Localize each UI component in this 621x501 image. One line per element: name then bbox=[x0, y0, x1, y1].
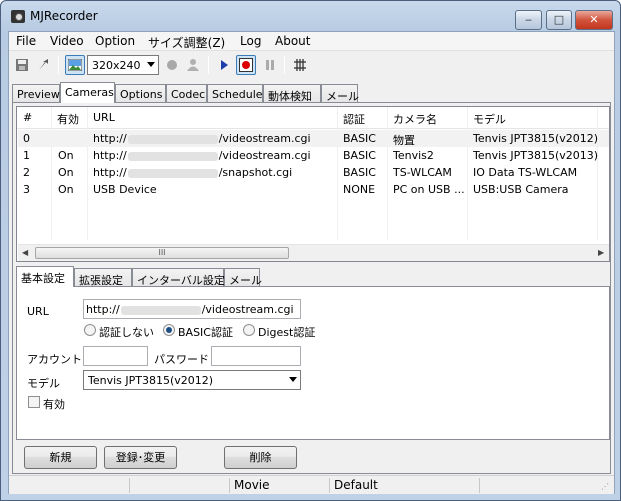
redacted-host bbox=[127, 134, 218, 144]
auth-none-label[interactable]: 認証しない bbox=[99, 324, 154, 340]
basic-settings-panel: URL http:///videostream.cgi 認証しない BASIC認… bbox=[16, 286, 610, 440]
horizontal-scrollbar[interactable]: ◀ III ▶ bbox=[18, 244, 609, 261]
account-label: アカウント bbox=[27, 353, 82, 366]
export-icon[interactable] bbox=[34, 55, 54, 75]
col-num[interactable]: # bbox=[23, 111, 32, 124]
title-bar[interactable]: MJRecorder ‒ □ ✕ bbox=[1, 1, 620, 31]
pause-icon[interactable] bbox=[260, 55, 280, 75]
col-model[interactable]: モデル bbox=[473, 111, 506, 127]
tab-basic[interactable]: 基本設定 bbox=[16, 266, 74, 287]
minimize-button[interactable]: ‒ bbox=[515, 10, 542, 30]
url-label: URL bbox=[27, 305, 49, 318]
toolbar: 320x240 bbox=[9, 52, 614, 80]
cameras-panel: # 有効 URL 認証 カメラ名 モデル 0 http:///videostre… bbox=[12, 102, 611, 474]
auth-basic-radio[interactable] bbox=[163, 324, 175, 336]
settings-tabs: 基本設定 拡張設定 インターバル設定 メール bbox=[13, 266, 612, 287]
scroll-thumb[interactable]: III bbox=[35, 247, 289, 259]
tab-codec[interactable]: Codec bbox=[166, 84, 207, 103]
tab-preview[interactable]: Preview bbox=[12, 84, 60, 103]
window-title: MJRecorder bbox=[30, 9, 98, 23]
menu-size[interactable]: サイズ調整(Z) bbox=[148, 34, 225, 51]
col-auth[interactable]: 認証 bbox=[343, 111, 365, 127]
tab-motion[interactable]: 動体検知 bbox=[263, 84, 321, 103]
model-select[interactable]: Tenvis JPT3815(v2012) bbox=[83, 370, 301, 390]
status-seg-1 bbox=[129, 478, 229, 493]
enabled-label[interactable]: 有効 bbox=[43, 396, 65, 412]
menu-bar: File Video Option サイズ調整(Z) Log About bbox=[9, 32, 614, 51]
status-movie: Movie bbox=[229, 478, 329, 493]
col-name[interactable]: カメラ名 bbox=[393, 111, 437, 127]
main-tabs: Preview Cameras Options Codec Schedule 動… bbox=[9, 82, 614, 103]
tab-options[interactable]: Options bbox=[115, 84, 166, 103]
redacted-host bbox=[127, 151, 218, 161]
auth-none-radio[interactable] bbox=[84, 324, 96, 336]
password-field[interactable] bbox=[211, 346, 301, 366]
status-seg-4 bbox=[479, 478, 599, 493]
col-url[interactable]: URL bbox=[93, 111, 115, 124]
redacted-host bbox=[120, 305, 201, 315]
status-default: Default bbox=[329, 478, 479, 493]
scroll-left-icon[interactable]: ◀ bbox=[22, 248, 28, 257]
record-dot-icon[interactable] bbox=[162, 55, 182, 75]
table-row[interactable]: 1 On http:///videostream.cgi BASIC Tenvi… bbox=[18, 147, 609, 164]
resize-grip-icon[interactable]: ⋰ bbox=[601, 482, 609, 491]
scroll-right-icon[interactable]: ▶ bbox=[598, 248, 604, 257]
table-row[interactable]: 3 On USB Device NONE PC on USB ... USB:U… bbox=[18, 181, 609, 198]
maximize-button[interactable]: □ bbox=[546, 10, 572, 30]
menu-option[interactable]: Option bbox=[95, 34, 135, 48]
tab-interval[interactable]: インターバル設定 bbox=[132, 268, 225, 287]
new-button[interactable]: 新規 bbox=[24, 446, 97, 469]
tab-advanced[interactable]: 拡張設定 bbox=[74, 268, 132, 287]
camera-icon bbox=[11, 10, 25, 23]
save-icon[interactable] bbox=[12, 55, 32, 75]
menu-video[interactable]: Video bbox=[50, 34, 84, 48]
grid-icon[interactable] bbox=[290, 55, 310, 75]
auth-basic-label[interactable]: BASIC認証 bbox=[178, 324, 233, 340]
app-window: MJRecorder ‒ □ ✕ File Video Option サイズ調整… bbox=[0, 0, 621, 501]
size-select[interactable]: 320x240 bbox=[87, 55, 159, 75]
url-field[interactable]: http:///videostream.cgi bbox=[83, 299, 301, 319]
auth-digest-radio[interactable] bbox=[243, 324, 255, 336]
auth-digest-label[interactable]: Digest認証 bbox=[258, 324, 315, 340]
tab-mail[interactable]: メール bbox=[321, 84, 359, 103]
table-row[interactable]: 0 http:///videostream.cgi BASIC 物置 Tenvi… bbox=[18, 130, 609, 147]
register-button[interactable]: 登録･変更 bbox=[104, 446, 177, 469]
table-row[interactable]: 2 On http:///snapshot.cgi BASIC TS-WLCAM… bbox=[18, 164, 609, 181]
tab-schedule[interactable]: Schedule bbox=[207, 84, 263, 103]
person-icon[interactable] bbox=[183, 55, 203, 75]
close-button[interactable]: ✕ bbox=[575, 10, 613, 30]
tab-email[interactable]: メール bbox=[224, 268, 262, 287]
client-area: File Video Option サイズ調整(Z) Log About 320… bbox=[8, 31, 615, 494]
tab-cameras[interactable]: Cameras bbox=[60, 82, 115, 103]
play-icon[interactable] bbox=[214, 55, 234, 75]
redacted-host bbox=[127, 168, 218, 178]
menu-log[interactable]: Log bbox=[240, 34, 261, 48]
list-header: # 有効 URL 認証 カメラ名 モデル bbox=[17, 107, 609, 129]
model-label: モデル bbox=[27, 377, 60, 390]
record-icon[interactable] bbox=[236, 55, 256, 75]
image-icon[interactable] bbox=[65, 55, 85, 75]
delete-button[interactable]: 削除 bbox=[224, 446, 297, 469]
password-label: パスワード bbox=[154, 353, 209, 366]
status-bar: Movie Default ⋰ bbox=[9, 475, 614, 494]
menu-about[interactable]: About bbox=[275, 34, 310, 48]
menu-file[interactable]: File bbox=[16, 34, 36, 48]
enabled-checkbox[interactable] bbox=[28, 396, 40, 408]
account-field[interactable] bbox=[83, 346, 148, 366]
col-enabled[interactable]: 有効 bbox=[57, 111, 79, 127]
camera-list: # 有効 URL 認証 カメラ名 モデル 0 http:///videostre… bbox=[16, 106, 610, 262]
